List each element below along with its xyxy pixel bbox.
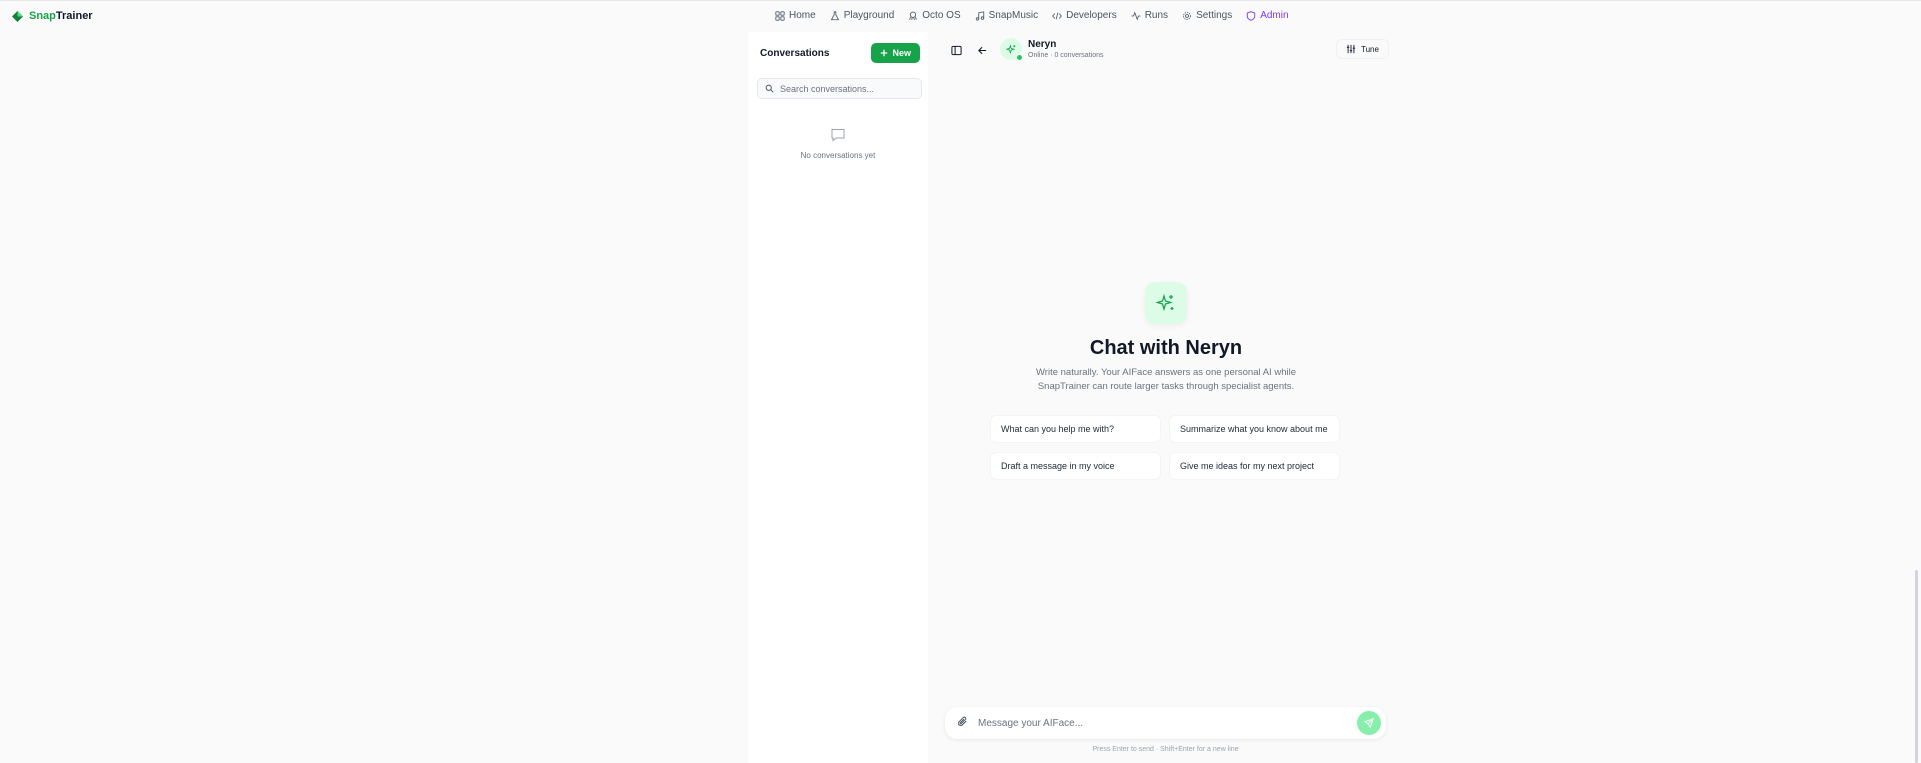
brand-logo[interactable]: SnapTrainer — [12, 10, 93, 22]
suggestion-grid: What can you help me with? Summarize wha… — [990, 415, 1342, 480]
conversations-panel: Conversations New No conversations yet — [748, 32, 928, 763]
hero-subtitle: Write naturally. Your AIFace answers as … — [950, 366, 1382, 394]
nav-octo-os[interactable]: Octo OS — [908, 10, 961, 21]
chat-bubble-icon — [831, 129, 845, 142]
nav-settings[interactable]: Settings — [1182, 10, 1232, 21]
shield-icon — [1246, 10, 1256, 21]
hero-icon — [1145, 282, 1187, 324]
suggestion-chip[interactable]: Draft a message in my voice — [990, 452, 1161, 480]
nav-playground[interactable]: Playground — [830, 10, 895, 21]
flask-icon — [830, 10, 839, 20]
nav-runs-label: Runs — [1144, 10, 1169, 21]
plus-icon — [881, 49, 888, 57]
chat-header: Neryn Online · 0 conversations Tune — [948, 36, 1389, 66]
arrow-left-icon — [977, 46, 986, 54]
suggestion-chip[interactable]: Give me ideas for my next project — [1169, 452, 1340, 480]
sparkle-icon — [1005, 43, 1015, 54]
empty-state-text: No conversations yet — [800, 151, 876, 160]
conversations-header: Conversations New — [760, 42, 920, 64]
brand-name-part1: Snap — [29, 10, 56, 22]
hero-title: Chat with Neryn — [1089, 337, 1243, 359]
conversation-search — [757, 78, 922, 99]
suggestion-chip[interactable]: What can you help me with? — [990, 415, 1161, 443]
nav-snapmusic-label: SnapMusic — [988, 10, 1039, 21]
agent-avatar — [1000, 38, 1023, 61]
send-button[interactable] — [1357, 711, 1381, 735]
back-button[interactable] — [974, 42, 990, 58]
code-icon — [1052, 12, 1063, 19]
suggestion-chip[interactable]: Summarize what you know about me — [1169, 415, 1340, 443]
nav-developers-label: Developers — [1066, 10, 1117, 21]
gear-icon — [1183, 11, 1191, 20]
nav-settings-label: Settings — [1196, 10, 1233, 21]
new-conversation-button[interactable]: New — [871, 43, 920, 63]
composer-hint: Press Enter to send · Shift+Enter for a … — [1092, 746, 1239, 753]
search-input[interactable] — [779, 83, 914, 94]
nav-home[interactable]: Home — [775, 10, 816, 21]
tune-label: Tune — [1361, 44, 1379, 54]
diamond-logo-icon — [12, 10, 23, 22]
nav-admin[interactable]: Admin — [1246, 10, 1289, 21]
new-conversation-label: New — [892, 48, 911, 58]
main-nav: Home Playground Octo OS SnapMusic Develo… — [775, 10, 1289, 21]
agent-status: Online · 0 conversations — [1028, 52, 1104, 59]
top-bar: SnapTrainer Home Playground Octo OS Snap… — [0, 0, 1921, 32]
nav-octo-os-label: Octo OS — [922, 10, 961, 21]
music-icon — [975, 10, 984, 21]
hero-subtitle-line1: Write naturally. Your AIFace answers as … — [1036, 367, 1296, 378]
nav-developers[interactable]: Developers — [1052, 10, 1117, 21]
octopus-icon — [909, 11, 918, 20]
tune-button[interactable]: Tune — [1336, 39, 1389, 59]
activity-icon — [1131, 10, 1141, 21]
agent-name: Neryn — [1028, 39, 1057, 50]
paperclip-icon — [958, 716, 967, 726]
send-icon — [1364, 718, 1374, 728]
search-icon — [765, 84, 774, 93]
grid-icon — [775, 10, 785, 21]
attach-button[interactable] — [957, 714, 968, 732]
online-status-dot — [1016, 54, 1023, 61]
nav-playground-label: Playground — [843, 10, 895, 21]
nav-home-label: Home — [789, 10, 816, 21]
nav-runs[interactable]: Runs — [1131, 10, 1168, 21]
brand-name-part2: Trainer — [55, 10, 93, 22]
toggle-sidebar-button[interactable] — [948, 42, 964, 58]
empty-state: No conversations yet — [748, 127, 928, 160]
sparkle-icon — [1156, 293, 1174, 312]
hero-subtitle-line2: SnapTrainer can route larger tasks throu… — [1037, 381, 1295, 392]
conversations-title: Conversations — [760, 47, 830, 59]
sliders-icon — [1346, 44, 1356, 54]
scrollbar[interactable] — [1915, 570, 1918, 763]
message-composer — [945, 707, 1386, 739]
message-input[interactable] — [978, 717, 1357, 729]
nav-snapmusic[interactable]: SnapMusic — [975, 10, 1038, 21]
sidebar-icon — [950, 45, 962, 55]
nav-admin-label: Admin — [1260, 10, 1289, 21]
